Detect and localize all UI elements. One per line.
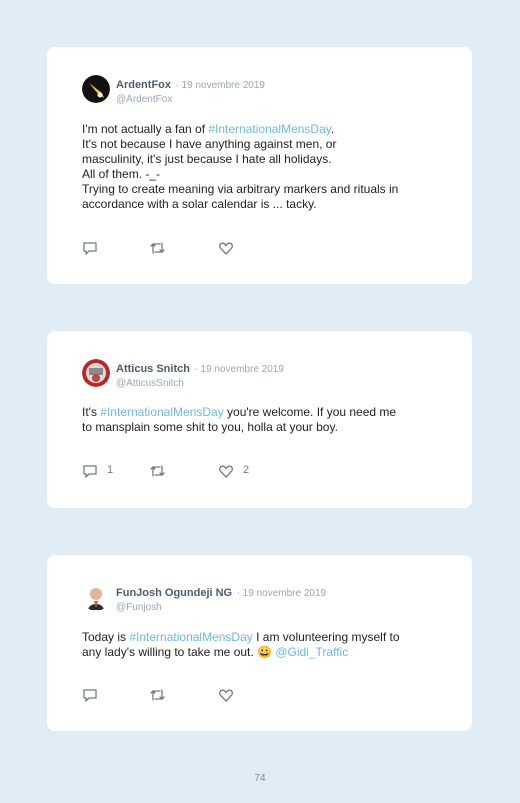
author-name[interactable]: FunJosh Ogundeji NG (116, 587, 232, 599)
tweet-line: accordance with a solar calendar is ... … (82, 197, 317, 211)
retweet-button[interactable] (149, 463, 166, 479)
tweet-line: It's not because I have anything against… (82, 137, 337, 151)
like-icon (219, 242, 233, 255)
reply-icon (83, 689, 97, 702)
tweet-date: · 19 novembre 2019 (194, 364, 284, 375)
tweet-line: All of them. -_- (82, 167, 161, 181)
like-icon (219, 465, 233, 478)
tweet-line: Today is #InternationalMensDay I am volu… (82, 630, 400, 644)
like-button[interactable] (218, 687, 234, 703)
like-button[interactable]: 2 (218, 463, 249, 479)
tweet-card: Atticus Snitch · 19 novembre 2019 @Attic… (47, 331, 472, 508)
author-handle[interactable]: @ArdentFox (116, 94, 265, 105)
like-icon (219, 689, 233, 702)
retweet-button[interactable] (149, 240, 166, 256)
reply-icon (83, 465, 97, 478)
like-button[interactable] (218, 240, 234, 256)
author-handle[interactable]: @AtticusSnitch (116, 378, 284, 389)
avatar[interactable] (82, 583, 110, 611)
avatar[interactable] (82, 75, 110, 103)
tweet-date: · 19 novembre 2019 (236, 588, 327, 599)
hashtag-link[interactable]: #InternationalMensDay (208, 122, 331, 136)
reply-button[interactable] (82, 240, 98, 256)
author-handle[interactable]: @Funjosh (116, 602, 326, 613)
tweet-text: Today is #InternationalMensDay I am volu… (82, 630, 452, 660)
tweet-text: I'm not actually a fan of #International… (82, 122, 452, 212)
retweet-icon (150, 242, 165, 254)
tweet-line: It's #InternationalMensDay you're welcom… (82, 405, 397, 419)
page-number: 74 (254, 773, 266, 784)
tweet-line: any lady's willing to take me out. 😀 @Gi… (82, 645, 349, 659)
tweet-line: Trying to create meaning via arbitrary m… (82, 182, 399, 196)
retweet-button[interactable] (149, 687, 166, 703)
author-name[interactable]: Atticus Snitch (116, 363, 190, 375)
tweet-text: It's #InternationalMensDay you're welcom… (82, 405, 452, 435)
like-count: 2 (243, 464, 250, 476)
tweet-line: I'm not actually a fan of #International… (82, 122, 335, 136)
hashtag-link[interactable]: #InternationalMensDay (100, 405, 223, 419)
mention-link[interactable]: @Gidi_Traffic (275, 645, 348, 659)
tweet-date: · 19 novembre 2019 (175, 80, 265, 91)
retweet-icon (150, 689, 165, 701)
tweet-line: masculinity, it's just because I hate al… (82, 152, 332, 166)
tweet-card: ArdentFox · 19 novembre 2019 @ArdentFox … (47, 47, 472, 284)
tweet-card: FunJosh Ogundeji NG · 19 novembre 2019 @… (47, 555, 472, 731)
reply-icon (83, 242, 97, 255)
author-name[interactable]: ArdentFox (116, 79, 171, 91)
reply-button[interactable] (82, 687, 98, 703)
retweet-icon (150, 465, 165, 477)
avatar[interactable] (82, 359, 110, 387)
reply-count: 1 (107, 464, 114, 476)
hashtag-link[interactable]: #InternationalMensDay (129, 630, 252, 644)
tweet-line: to mansplain some shit to you, holla at … (82, 420, 338, 434)
reply-button[interactable]: 1 (82, 463, 113, 479)
